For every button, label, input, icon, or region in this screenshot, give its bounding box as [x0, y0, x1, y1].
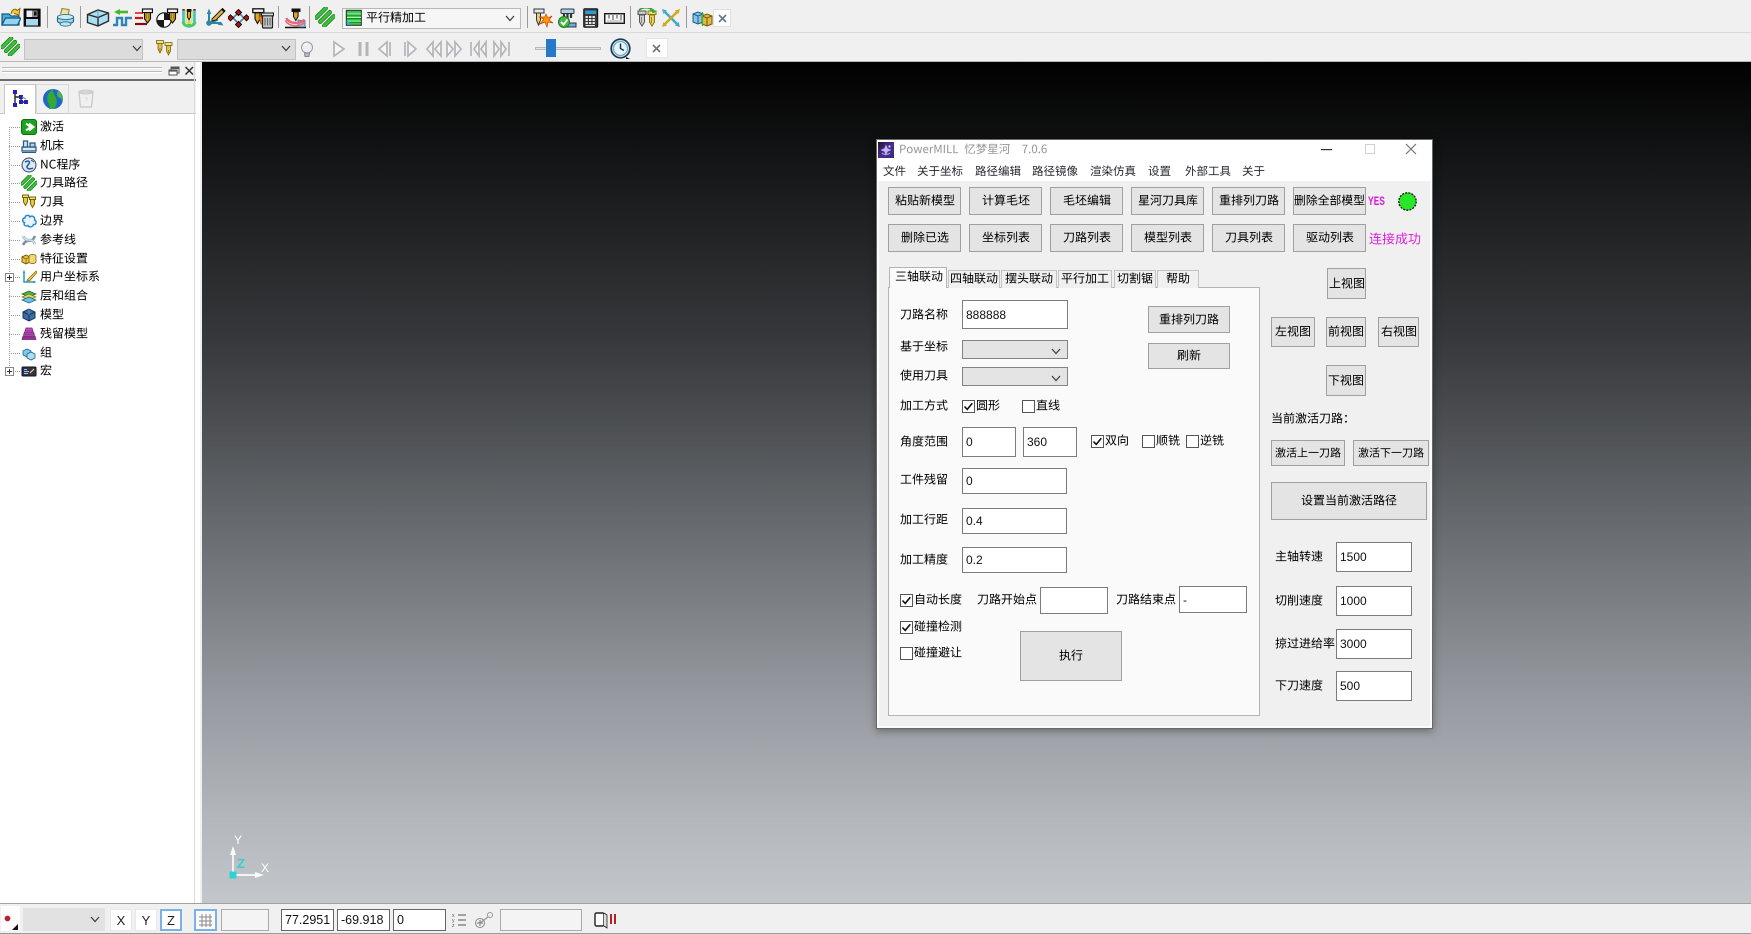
svg-text:Z: Z	[237, 856, 245, 871]
svg-text:Y: Y	[234, 833, 242, 847]
svg-text:z: z	[452, 923, 455, 928]
svg-text:X: X	[261, 861, 269, 875]
